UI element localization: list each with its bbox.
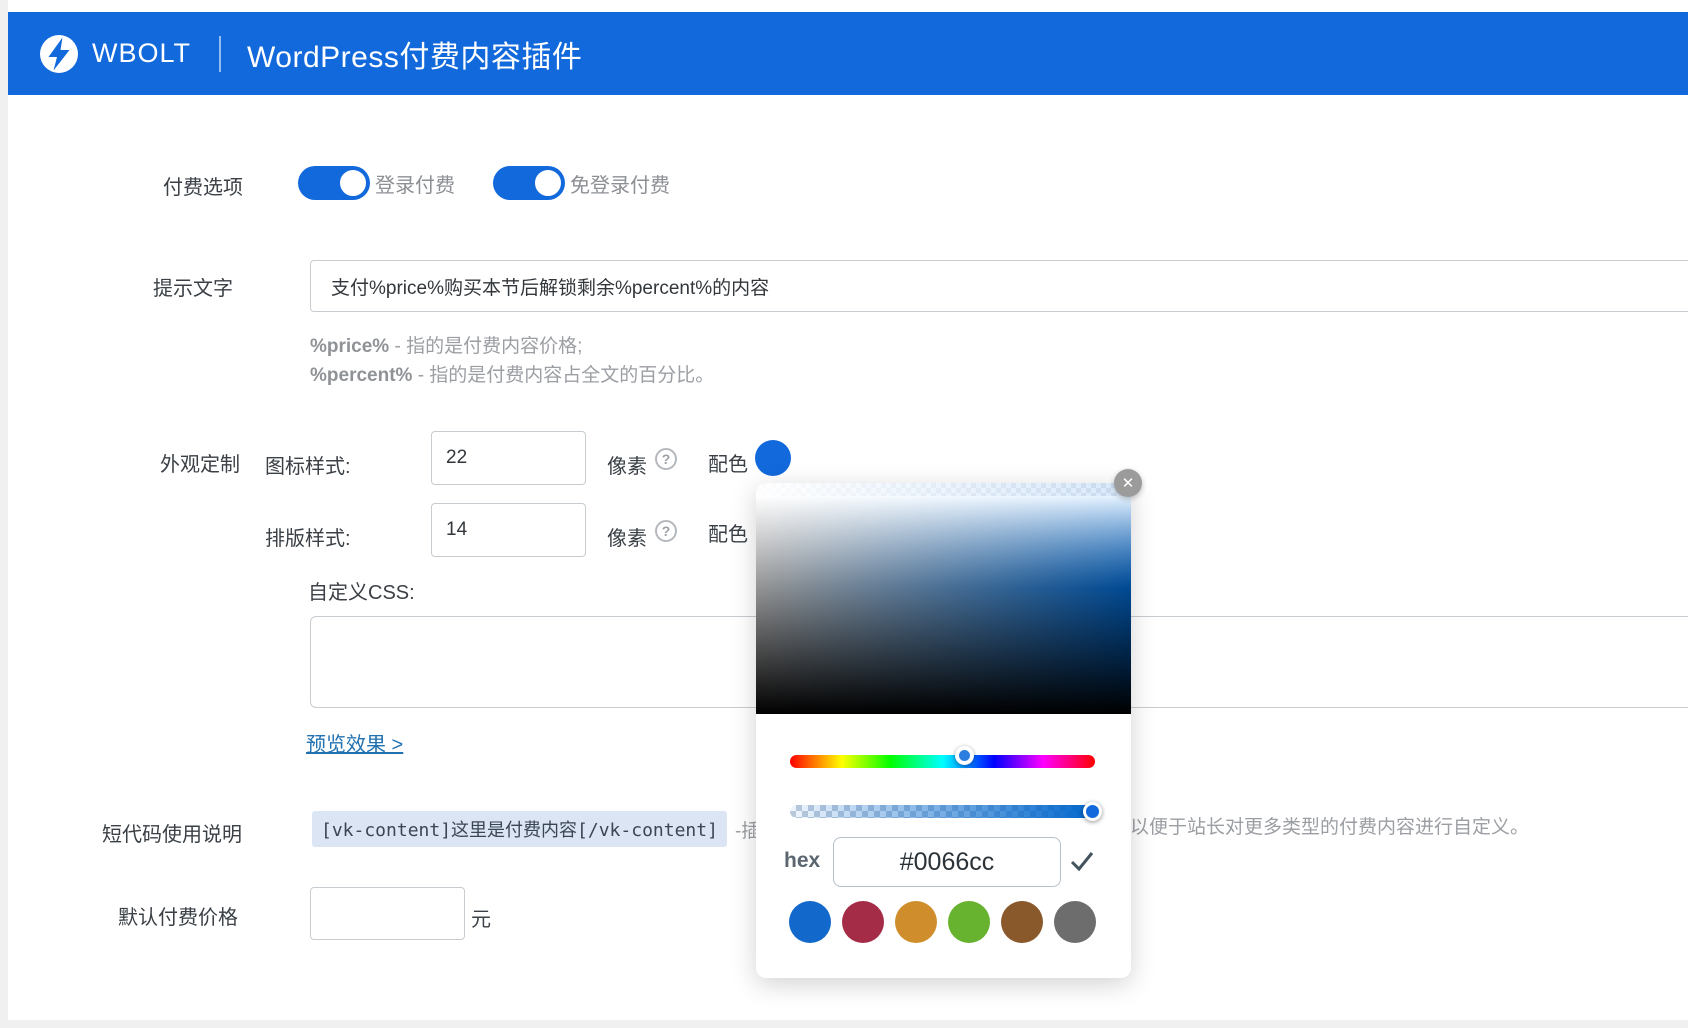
color-picker-panel: ✕ hex <box>756 469 1142 978</box>
page: WBOLT WordPress付费内容插件 付费选项 登录付费 免登录付费 提示… <box>0 0 1688 1028</box>
shortcode-code-chip: [vk-content]这里是付费内容[/vk-content] <box>312 811 727 847</box>
help-code: %price% <box>310 336 390 357</box>
help-desc: - 指的是付费内容价格; <box>389 336 583 357</box>
toggle-login-paid-label: 登录付费 <box>375 174 455 197</box>
shortcode-desc-after: 以便于站长对更多类型的付费内容进行自定义。 <box>1130 817 1530 838</box>
toggle-knob <box>338 168 368 198</box>
hex-label: hex <box>784 849 821 872</box>
swatch-row <box>789 901 1096 943</box>
swatch-gray[interactable] <box>1054 901 1096 943</box>
shortcode-line: [vk-content]这里是付费内容[/vk-content] -插件支 <box>312 811 798 847</box>
payment-toggles-row: 登录付费 免登录付费 <box>298 166 708 200</box>
alpha-slider[interactable] <box>790 805 1095 818</box>
prompt-text-input[interactable] <box>310 260 1688 312</box>
hex-input[interactable] <box>833 837 1061 887</box>
page-title: WordPress付费内容插件 <box>247 40 583 74</box>
content-area: WBOLT WordPress付费内容插件 付费选项 登录付费 免登录付费 提示… <box>8 0 1688 1020</box>
close-icon[interactable]: ✕ <box>1114 469 1142 497</box>
swatch-brown[interactable] <box>1001 901 1043 943</box>
swatch-red[interactable] <box>842 901 884 943</box>
help-desc: - 指的是付费内容占全文的百分比。 <box>412 365 715 386</box>
preview-link[interactable]: 预览效果 > <box>306 728 403 757</box>
typo-color-label: 配色 <box>708 524 748 546</box>
icon-color-swatch-button[interactable] <box>755 440 791 476</box>
default-price-input[interactable] <box>310 887 465 940</box>
payment-options-label: 付费选项 <box>163 177 243 199</box>
app-header: WBOLT WordPress付费内容插件 <box>8 12 1688 95</box>
prompt-help-percent: %percent% - 指的是付费内容占全文的百分比。 <box>310 360 714 387</box>
brand-name: WBOLT <box>92 38 191 68</box>
shortcode-label: 短代码使用说明 <box>102 824 242 846</box>
header-divider <box>219 35 221 72</box>
saturation-gradient <box>756 496 1131 714</box>
price-unit-label: 元 <box>471 909 491 931</box>
saturation-area[interactable] <box>756 483 1131 714</box>
toggle-login-paid[interactable] <box>298 166 370 200</box>
swatch-orange[interactable] <box>895 901 937 943</box>
icon-size-input[interactable] <box>431 431 586 485</box>
icon-size-unit: 像素 <box>607 456 647 478</box>
hue-slider-handle[interactable] <box>955 746 974 765</box>
custom-css-label: 自定义CSS: <box>308 582 415 604</box>
typo-size-help-icon[interactable]: ? <box>655 520 677 542</box>
saturation-alpha-dots <box>756 483 1131 496</box>
hue-slider[interactable] <box>790 755 1095 768</box>
toggle-nologin-paid[interactable] <box>493 166 565 200</box>
typo-size-unit: 像素 <box>607 528 647 550</box>
help-code: %percent% <box>310 365 413 386</box>
swatch-blue[interactable] <box>789 901 831 943</box>
check-icon[interactable] <box>1068 847 1096 875</box>
alpha-slider-handle[interactable] <box>1083 802 1102 821</box>
prompt-help-price: %price% - 指的是付费内容价格; <box>310 331 582 358</box>
icon-size-help-icon[interactable]: ? <box>655 448 677 470</box>
default-price-label: 默认付费价格 <box>118 907 238 929</box>
wbolt-lightning-icon <box>40 34 78 73</box>
prompt-text-label: 提示文字 <box>153 278 233 300</box>
toggle-knob <box>533 168 563 198</box>
typo-style-label: 排版样式: <box>265 528 351 550</box>
appearance-label: 外观定制 <box>160 454 240 476</box>
typo-size-input[interactable] <box>431 503 586 557</box>
toggle-nologin-paid-label: 免登录付费 <box>570 174 670 197</box>
icon-color-label: 配色 <box>708 454 748 476</box>
icon-style-label: 图标样式: <box>265 456 351 478</box>
swatch-green[interactable] <box>948 901 990 943</box>
